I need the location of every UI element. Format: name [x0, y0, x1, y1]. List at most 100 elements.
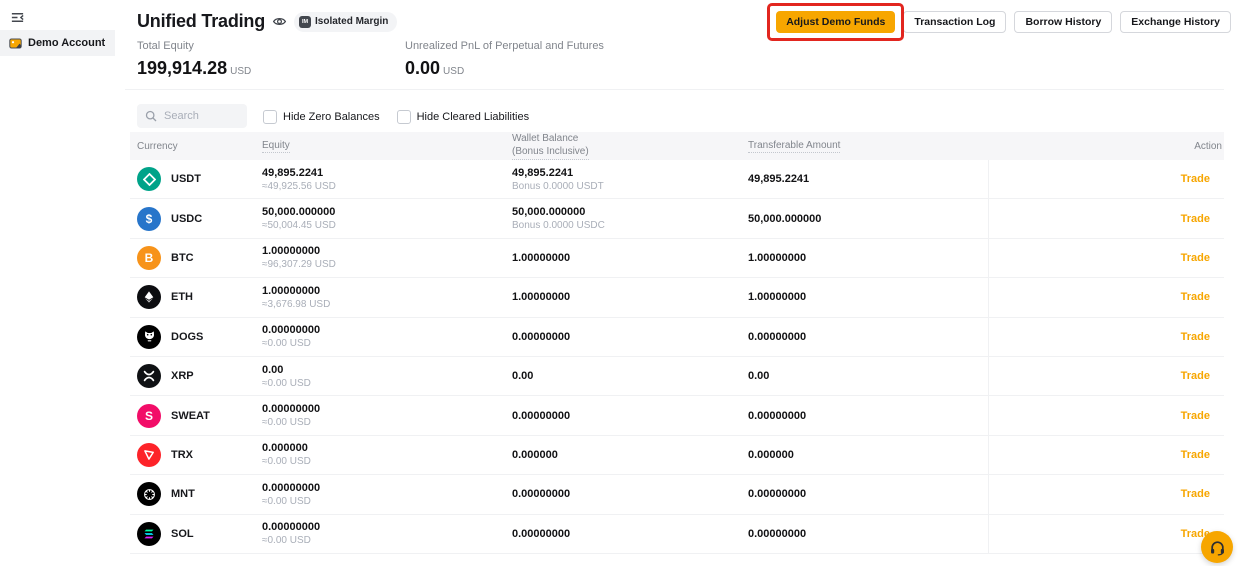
cell-value: 49,895.2241: [748, 173, 810, 186]
usd-estimate: ≈0.00 USD: [262, 417, 311, 429]
borrow-history-button[interactable]: Borrow History: [1014, 11, 1113, 33]
transferable-cell: 50,000.000000: [748, 199, 821, 237]
cell-value: 50,000.000000: [748, 212, 822, 225]
cell-value: 50,000.000000: [512, 206, 586, 219]
search-input[interactable]: [162, 109, 246, 123]
transferable-cell: 1.00000000: [748, 239, 806, 277]
page-title: Unified Trading: [137, 11, 266, 31]
action-cell: Trade: [1181, 160, 1210, 198]
equity-cell: 1.00000000 ≈3,676.98 USD: [262, 278, 330, 316]
header-wallet-balance: Wallet Balance (Bonus Inclusive): [512, 132, 589, 160]
trade-link[interactable]: Trade: [1181, 370, 1210, 382]
wallet-balance-cell: 49,895.2241 Bonus 0.0000 USDT: [512, 160, 604, 198]
action-cell: Trade: [1181, 396, 1210, 434]
action-cell: Trade: [1181, 318, 1210, 356]
eth-icon: [137, 285, 161, 310]
hide-zero-balances-checkbox[interactable]: Hide Zero Balances: [263, 110, 380, 124]
equity-cell: 0.00000000 ≈0.00 USD: [262, 515, 320, 553]
mnt-icon: [137, 482, 161, 507]
unrealized-pnl-unit: USD: [443, 66, 465, 77]
equity-cell: 0.00 ≈0.00 USD: [262, 357, 311, 395]
total-equity-number: 199,914.28: [137, 58, 228, 78]
table-row: XRP 0.00 ≈0.00 USD 0.00 0.00 Trade: [130, 357, 1224, 397]
trade-link[interactable]: Trade: [1181, 252, 1210, 264]
wallet-balance-cell: 0.00000000: [512, 318, 570, 356]
trade-link[interactable]: Trade: [1181, 331, 1210, 343]
header-transferable-label: Transferable Amount: [748, 139, 841, 153]
coin-symbol: USDT: [171, 173, 201, 186]
cell-value: 50,000.000000: [262, 206, 336, 219]
headset-icon: [1209, 539, 1226, 556]
currency-cell: $ USDC: [137, 199, 202, 237]
table-body: USDT 49,895.2241 ≈49,925.56 USD 49,895.2241…: [130, 160, 1224, 554]
cell-value: 1.00000000: [512, 251, 571, 264]
stats-row: Total Equity 199,914.28 USD Unrealized Pn…: [137, 40, 673, 79]
transferable-cell: 49,895.2241: [748, 160, 809, 198]
sidebar-item-demo-account[interactable]: Demo Account: [0, 30, 115, 56]
search-box[interactable]: [137, 104, 247, 128]
collapse-sidebar-button[interactable]: [8, 8, 26, 26]
total-equity-value: 199,914.28 USD: [137, 58, 405, 79]
wallet-balance-cell: 1.00000000: [512, 278, 570, 316]
sidebar-item-label: Demo Account: [28, 37, 106, 49]
cell-value: 0.00000000: [262, 481, 321, 494]
margin-mode-label: Isolated Margin: [315, 16, 389, 27]
unrealized-pnl-label: Unrealized PnL of Perpetual and Futures: [405, 40, 604, 52]
adjust-demo-funds-button[interactable]: Adjust Demo Funds: [776, 11, 896, 33]
exchange-history-button[interactable]: Exchange History: [1120, 11, 1231, 33]
currency-cell: S SWEAT: [137, 396, 210, 434]
total-equity-label: Total Equity: [137, 40, 194, 52]
usd-estimate: ≈0.00 USD: [262, 456, 311, 468]
cell-value: 0.000000: [512, 448, 558, 461]
usd-estimate: ≈0.00 USD: [262, 495, 311, 507]
cell-value: 1.00000000: [262, 284, 321, 297]
eye-icon[interactable]: [272, 14, 287, 29]
coin-symbol: USDC: [171, 212, 203, 225]
wallet-balance-cell: 0.00000000: [512, 396, 570, 434]
cell-value: 0.00000000: [262, 521, 321, 534]
annotated-button-wrap: Adjust Demo Funds: [767, 3, 905, 41]
coin-symbol: SWEAT: [171, 409, 210, 422]
header-transferable: Transferable Amount: [748, 132, 841, 160]
cell-value: 0.00000000: [512, 527, 571, 540]
equity-cell: 50,000.000000 ≈50,004.45 USD: [262, 199, 336, 237]
hide-cleared-liabilities-checkbox[interactable]: Hide Cleared Liabilities: [396, 110, 529, 124]
trx-icon: [137, 442, 161, 467]
usd-estimate: ≈3,676.98 USD: [262, 298, 331, 310]
trade-link[interactable]: Trade: [1181, 213, 1210, 225]
cell-value: 1.00000000: [262, 245, 321, 258]
currency-cell: B BTC: [137, 239, 194, 277]
trade-link[interactable]: Trade: [1181, 173, 1210, 185]
checkbox-icon: [396, 110, 411, 124]
trade-link[interactable]: Trade: [1181, 291, 1210, 303]
table-header-row: Currency Equity Wallet Balance (Bonus In…: [130, 132, 1224, 160]
table-row: SOL 0.00000000 ≈0.00 USD 0.00000000 0.000000…: [130, 515, 1224, 554]
table-row: USDT 49,895.2241 ≈49,925.56 USD 49,895.2241…: [130, 160, 1224, 200]
margin-mode-badge[interactable]: IM Isolated Margin: [294, 11, 398, 32]
table-row: ETH 1.00000000 ≈3,676.98 USD 1.00000000 1.00…: [130, 278, 1224, 318]
wallet-balance-cell: 0.000000: [512, 436, 558, 474]
currency-cell: SOL: [137, 515, 194, 553]
header-action: Action: [1194, 140, 1222, 152]
unrealized-pnl-number: 0.00: [405, 58, 441, 78]
demo-trading-page: Demo Account Unified Trading IM Isolated…: [0, 0, 1238, 566]
cell-value: 0.00: [512, 370, 534, 383]
trade-link[interactable]: Trade: [1181, 488, 1210, 500]
demo-account-icon: [9, 37, 22, 50]
wallet-balance-cell: 50,000.000000 Bonus 0.0000 USDC: [512, 199, 605, 237]
btc-icon: B: [137, 245, 161, 270]
support-fab-button[interactable]: [1201, 531, 1233, 563]
transaction-log-button[interactable]: Transaction Log: [903, 11, 1007, 33]
sol-icon: [137, 521, 161, 546]
dogs-icon: [137, 324, 161, 349]
section-divider: [125, 89, 1224, 90]
action-cell: Trade: [1181, 278, 1210, 316]
action-cell: Trade: [1181, 475, 1210, 513]
wallet-balance-cell: 1.00000000: [512, 239, 570, 277]
coin-symbol: XRP: [171, 370, 194, 383]
trade-link[interactable]: Trade: [1181, 449, 1210, 461]
action-cell: Trade: [1181, 436, 1210, 474]
trade-link[interactable]: Trade: [1181, 410, 1210, 422]
cell-value: 0.00000000: [512, 330, 571, 343]
action-cell: Trade: [1181, 357, 1210, 395]
